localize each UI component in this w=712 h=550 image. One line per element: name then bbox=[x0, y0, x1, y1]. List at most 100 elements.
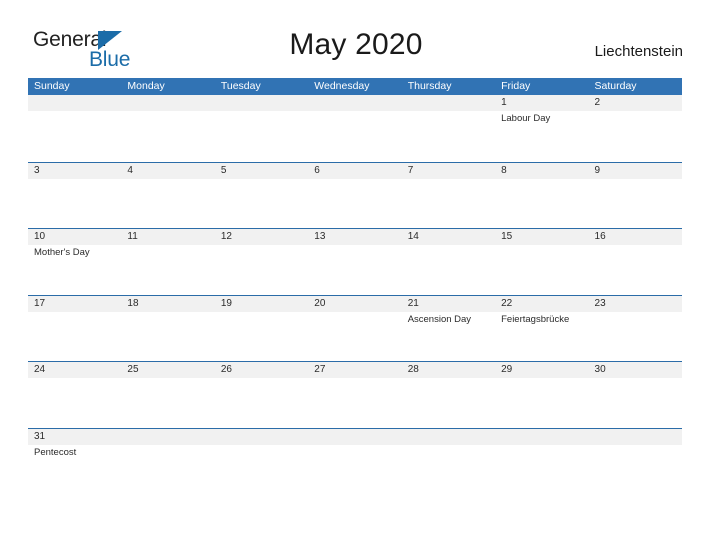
calendar-week-row: 17 18 19 20 21 Ascension Day 22 Feiertagsbrücke… bbox=[28, 294, 682, 362]
day-cell-empty bbox=[121, 95, 214, 162]
day-number: 31 bbox=[34, 430, 46, 442]
day-event-label: Feiertagsbrücke bbox=[501, 313, 570, 325]
day-cell[interactable]: 25 bbox=[121, 362, 214, 428]
weekday-sunday: Sunday bbox=[34, 80, 70, 92]
day-cell-empty bbox=[121, 429, 214, 495]
day-cell-empty bbox=[495, 429, 588, 495]
weekday-thursday: Thursday bbox=[407, 80, 452, 92]
day-number: 6 bbox=[314, 164, 320, 176]
day-number: 4 bbox=[127, 164, 133, 176]
day-cell[interactable]: 22 Feiertagsbrücke bbox=[495, 296, 588, 362]
day-number: 19 bbox=[220, 297, 232, 309]
day-cell[interactable]: 29 bbox=[495, 362, 588, 428]
day-number: 13 bbox=[314, 231, 326, 243]
day-cell[interactable]: 7 bbox=[402, 163, 495, 229]
day-cell-empty bbox=[215, 429, 308, 495]
week-day-cells: 24 25 26 27 28 29 30 bbox=[28, 362, 682, 428]
day-cell[interactable]: 30 bbox=[589, 362, 682, 428]
day-number: 28 bbox=[407, 364, 419, 376]
day-number: 30 bbox=[594, 364, 606, 376]
day-cell-empty bbox=[28, 95, 121, 162]
day-event-label: Pentecost bbox=[34, 446, 77, 458]
day-cell-empty bbox=[589, 429, 682, 495]
day-number: 5 bbox=[220, 164, 227, 176]
day-cell[interactable]: 27 bbox=[308, 362, 401, 428]
country-label: Liechtenstein bbox=[594, 43, 683, 60]
week-day-cells: 1 Labour Day 2 bbox=[28, 95, 682, 162]
day-cell[interactable]: 28 bbox=[402, 362, 495, 428]
calendar-week-row: 31 Pentecost bbox=[28, 427, 682, 495]
day-cell[interactable]: 11 bbox=[121, 229, 214, 295]
day-cell[interactable]: 5 bbox=[215, 163, 308, 229]
week-day-cells: 3 4 5 6 7 8 9 bbox=[28, 163, 682, 229]
day-number: 17 bbox=[34, 297, 46, 309]
day-cell-empty bbox=[402, 429, 495, 495]
page-header: General Blue May 2020 Liechtenstein bbox=[0, 0, 712, 76]
day-cell[interactable]: 1 Labour Day bbox=[495, 95, 588, 162]
day-cell[interactable]: 23 bbox=[589, 296, 682, 362]
day-number: 10 bbox=[34, 231, 46, 243]
day-number: 2 bbox=[594, 97, 601, 108]
day-number: 20 bbox=[314, 297, 326, 309]
day-cell[interactable]: 18 bbox=[121, 296, 214, 362]
day-cell[interactable]: 8 bbox=[495, 163, 588, 229]
day-event-label: Ascension Day bbox=[407, 313, 472, 325]
weekday-monday: Monday bbox=[127, 80, 165, 92]
weekday-saturday: Saturday bbox=[594, 80, 637, 92]
day-number: 26 bbox=[220, 364, 232, 376]
day-cell[interactable]: 21 Ascension Day bbox=[402, 296, 495, 362]
week-day-cells: 10 Mother's Day 11 12 13 14 15 16 bbox=[28, 229, 682, 295]
weekday-header-row: Sunday Monday Tuesday Wednesday Thursday… bbox=[28, 78, 682, 95]
calendar-week-row: 1 Labour Day 2 bbox=[28, 95, 682, 162]
calendar-weeks: 1 Labour Day 2 3 4 5 6 7 8 9 10 Mother's Day 11 12 13 1… bbox=[28, 95, 682, 495]
day-cell[interactable]: 17 bbox=[28, 296, 121, 362]
day-cell[interactable]: 16 bbox=[589, 229, 682, 295]
day-number: 1 bbox=[501, 97, 507, 108]
calendar-week-row: 3 4 5 6 7 8 9 bbox=[28, 161, 682, 229]
day-cell[interactable]: 12 bbox=[215, 229, 308, 295]
day-number: 25 bbox=[127, 364, 139, 376]
day-number: 12 bbox=[220, 231, 232, 243]
calendar-week-row: 24 25 26 27 28 29 30 bbox=[28, 361, 682, 428]
day-number: 24 bbox=[34, 364, 46, 376]
day-cell[interactable]: 9 bbox=[589, 163, 682, 229]
day-cell-empty bbox=[308, 429, 401, 495]
day-cell[interactable]: 2 bbox=[589, 95, 682, 162]
calendar-week-row: 10 Mother's Day 11 12 13 14 15 16 bbox=[28, 228, 682, 295]
day-cell[interactable]: 24 bbox=[28, 362, 121, 428]
day-cell[interactable]: 10 Mother's Day bbox=[28, 229, 121, 295]
day-number: 21 bbox=[407, 297, 419, 309]
day-number: 23 bbox=[594, 297, 606, 309]
day-number: 14 bbox=[407, 231, 419, 243]
day-cell-empty bbox=[402, 95, 495, 162]
day-cell[interactable]: 4 bbox=[121, 163, 214, 229]
day-number: 8 bbox=[501, 164, 507, 176]
day-number: 16 bbox=[594, 231, 606, 243]
day-number: 27 bbox=[314, 364, 326, 376]
day-number: 11 bbox=[127, 231, 138, 243]
day-cell[interactable]: 13 bbox=[308, 229, 401, 295]
day-number: 9 bbox=[594, 164, 601, 176]
weekday-wednesday: Wednesday bbox=[314, 80, 370, 92]
day-number: 22 bbox=[501, 297, 513, 309]
day-number: 7 bbox=[407, 164, 414, 176]
day-event-label: Labour Day bbox=[501, 113, 551, 124]
week-day-cells: 31 Pentecost bbox=[28, 429, 682, 495]
weekday-friday: Friday bbox=[501, 80, 531, 92]
day-cell-empty bbox=[308, 95, 401, 162]
day-cell[interactable]: 26 bbox=[215, 362, 308, 428]
day-number: 18 bbox=[127, 297, 139, 309]
day-cell[interactable]: 14 bbox=[402, 229, 495, 295]
day-cell[interactable]: 31 Pentecost bbox=[28, 429, 121, 495]
day-cell[interactable]: 15 bbox=[495, 229, 588, 295]
day-number: 3 bbox=[34, 164, 40, 176]
calendar-grid: Sunday Monday Tuesday Wednesday Thursday… bbox=[28, 78, 682, 495]
day-cell[interactable]: 3 bbox=[28, 163, 121, 229]
weekday-tuesday: Tuesday bbox=[220, 80, 261, 92]
day-cell[interactable]: 20 bbox=[308, 296, 401, 362]
day-cell[interactable]: 6 bbox=[308, 163, 401, 229]
day-number: 15 bbox=[501, 231, 513, 243]
week-day-cells: 17 18 19 20 21 Ascension Day 22 Feiertagsbrücke… bbox=[28, 296, 682, 362]
day-cell[interactable]: 19 bbox=[215, 296, 308, 362]
day-number: 29 bbox=[501, 364, 513, 376]
